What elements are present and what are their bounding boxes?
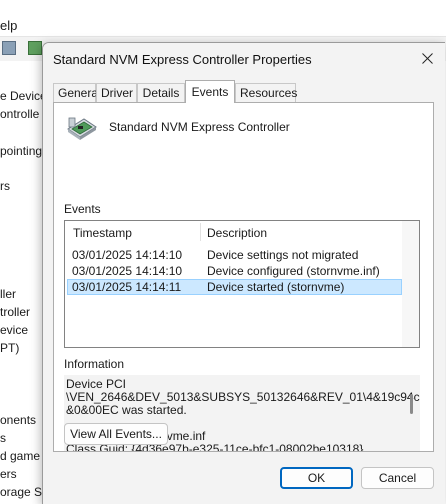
tree-item[interactable]: troller	[0, 305, 30, 319]
tab-details[interactable]: Details	[137, 83, 185, 102]
cancel-button[interactable]: Cancel	[361, 467, 434, 489]
tree-item[interactable]: s	[0, 431, 6, 445]
event-row-selected[interactable]: 03/01/2025 14:14:11 Device started (stor…	[67, 279, 402, 295]
information-line: Device PCI	[66, 377, 127, 391]
tree-item[interactable]: evice	[0, 323, 28, 337]
events-scrollbar[interactable]	[402, 221, 419, 347]
tree-item[interactable]: d game	[0, 449, 40, 463]
menu-help[interactable]: elp	[0, 19, 17, 33]
event-timestamp: 03/01/2025 14:14:11	[72, 280, 182, 294]
dialog-title: Standard NVM Express Controller Properti…	[53, 52, 312, 67]
information-scrollbar-thumb[interactable]	[410, 394, 413, 414]
tree-item[interactable]: PT)	[0, 341, 19, 355]
event-row[interactable]: 03/01/2025 14:14:10 Device settings not …	[67, 247, 402, 263]
ok-button[interactable]: OK	[280, 467, 353, 489]
tree-item[interactable]: ller	[0, 287, 16, 301]
tree-item[interactable]: onents	[0, 413, 36, 427]
column-separator[interactable]	[200, 223, 201, 241]
event-row[interactable]: 03/01/2025 14:14:10 Device configured (s…	[67, 263, 402, 279]
view-all-events-button[interactable]: View All Events...	[64, 423, 168, 445]
background-menubar	[0, 0, 446, 36]
tree-item[interactable]: ontrolle	[0, 107, 39, 121]
toolbar-scan-icon[interactable]	[28, 41, 42, 55]
properties-dialog: Standard NVM Express Controller Properti…	[42, 42, 445, 504]
column-header-timestamp[interactable]: Timestamp	[73, 226, 132, 240]
close-button[interactable]	[410, 44, 444, 74]
close-icon	[422, 53, 433, 64]
device-name: Standard NVM Express Controller	[109, 120, 290, 134]
events-list[interactable]: Timestamp Description 03/01/2025 14:14:1…	[64, 220, 420, 348]
tab-events[interactable]: Events	[185, 80, 235, 103]
event-timestamp: 03/01/2025 14:14:10	[72, 264, 183, 278]
events-list-header: Timestamp Description	[65, 221, 402, 243]
tree-item[interactable]: ers	[0, 467, 17, 481]
dialog-titlebar[interactable]: Standard NVM Express Controller Properti…	[43, 43, 445, 75]
column-header-description[interactable]: Description	[207, 226, 267, 240]
tree-item[interactable]: e Device	[0, 89, 47, 103]
tree-item[interactable]: pointing	[0, 144, 42, 158]
events-tab-panel: Standard NVM Express Controller Events T…	[53, 102, 434, 452]
storage-controller-icon	[67, 117, 97, 140]
event-description: Device settings not migrated	[207, 248, 359, 262]
information-line: \VEN_2646&DEV_5013&SUBSYS_50132646&REV_0…	[66, 390, 420, 404]
tab-general[interactable]: General	[53, 83, 101, 102]
event-description: Device configured (stornvme.inf)	[207, 264, 380, 278]
tab-driver[interactable]: Driver	[96, 83, 137, 102]
tree-item[interactable]: rs	[0, 179, 10, 193]
event-timestamp: 03/01/2025 14:14:10	[72, 248, 183, 262]
tab-resources[interactable]: Resources	[235, 83, 297, 102]
information-line: &0&00EC was started.	[66, 403, 187, 417]
events-label: Events	[64, 202, 101, 216]
information-label: Information	[64, 357, 125, 371]
event-description: Device started (stornvme)	[207, 280, 345, 294]
toolbar-properties-icon[interactable]	[2, 41, 16, 55]
